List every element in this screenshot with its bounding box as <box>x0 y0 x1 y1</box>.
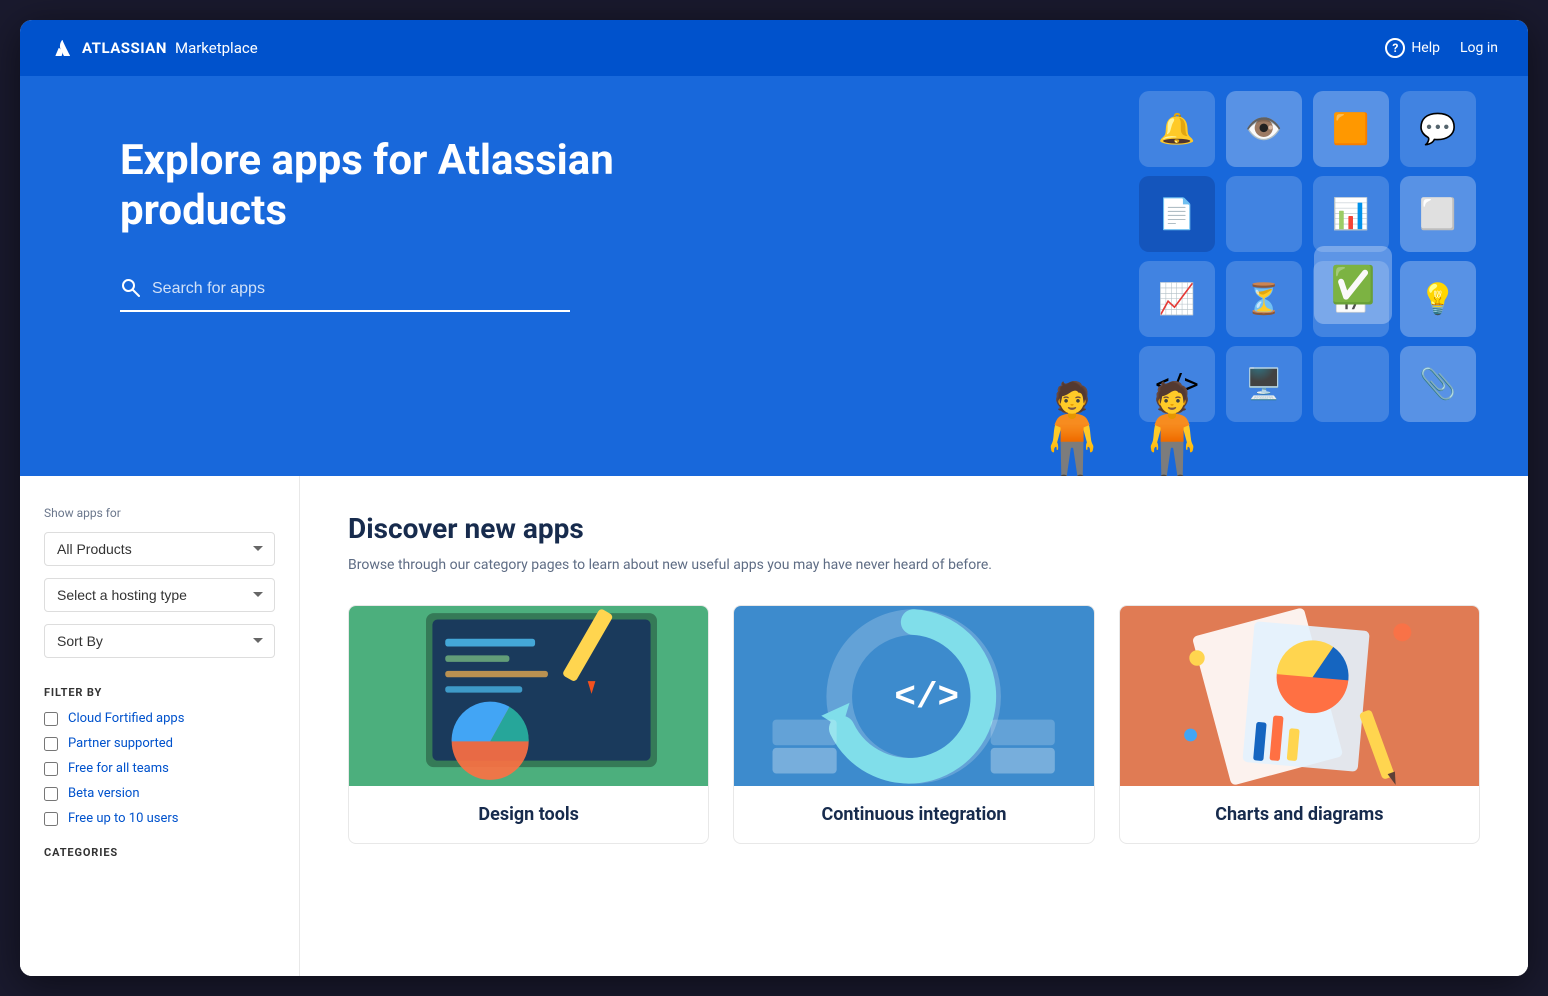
app-tile-9: 📈 <box>1139 261 1215 337</box>
charts-diagrams-image <box>1120 606 1479 786</box>
beta-version-link[interactable]: Beta version <box>68 786 140 801</box>
design-tools-image <box>349 606 708 786</box>
app-tile-14: 🖥️ <box>1226 346 1302 422</box>
discover-subtitle: Browse through our category pages to lea… <box>348 557 1480 573</box>
filter-free-10-users: Free up to 10 users <box>44 811 275 826</box>
help-label: Help <box>1411 40 1440 56</box>
brand-atlassian: ATLASSIAN <box>82 39 167 57</box>
beta-version-checkbox[interactable] <box>44 787 58 801</box>
filter-by-label: FILTER BY <box>44 686 275 699</box>
app-tile-1: 🔔 <box>1139 91 1215 167</box>
filter-partner-supported: Partner supported <box>44 736 275 751</box>
charts-diagrams-label: Charts and diagrams <box>1120 786 1479 843</box>
help-icon: ? <box>1385 38 1405 58</box>
free-10-users-link[interactable]: Free up to 10 users <box>68 811 179 826</box>
app-tile-15 <box>1313 346 1389 422</box>
app-tile-7: 📊 <box>1313 176 1389 252</box>
categories-label: CATEGORIES <box>44 846 275 859</box>
app-tile-4: 💬 <box>1400 91 1476 167</box>
figure-left: 🧍 <box>1016 386 1128 476</box>
app-tile-8: ⬜ <box>1400 176 1476 252</box>
nav-bar: ATLASSIAN Marketplace ? Help Log in <box>20 20 1528 76</box>
login-button[interactable]: Log in <box>1460 40 1498 56</box>
continuous-integration-image: </> <box>734 606 1093 786</box>
partner-supported-checkbox[interactable] <box>44 737 58 751</box>
sort-by-dropdown[interactable]: Sort By <box>44 624 275 658</box>
design-tools-svg <box>349 606 708 786</box>
app-tile-16: 📎 <box>1400 346 1476 422</box>
figure-right: 🧍 <box>1116 386 1228 476</box>
free-all-teams-link[interactable]: Free for all teams <box>68 761 169 776</box>
filter-free-all-teams: Free for all teams <box>44 761 275 776</box>
content-area: Discover new apps Browse through our cat… <box>300 476 1528 976</box>
svg-text:</>: </> <box>895 676 960 717</box>
atlassian-logo-icon <box>50 36 74 60</box>
hero-illustration: 🔔 👁️ 🟧 💬 📄 📊 ⬜ 📈 ⏳ 📅 💡 </> 🖥️ 📎 <box>699 76 1528 476</box>
help-link[interactable]: ? Help <box>1385 38 1440 58</box>
discover-title: Discover new apps <box>348 512 1480 545</box>
free-all-teams-checkbox[interactable] <box>44 762 58 776</box>
all-products-dropdown[interactable]: All Products <box>44 532 275 566</box>
browser-frame: ATLASSIAN Marketplace ? Help Log in Expl… <box>20 20 1528 976</box>
app-tile-10: ⏳ <box>1226 261 1302 337</box>
continuous-integration-label: Continuous integration <box>734 786 1093 843</box>
charts-diagrams-card[interactable]: Charts and diagrams <box>1119 605 1480 844</box>
charts-svg <box>1120 606 1479 786</box>
hosting-type-dropdown[interactable]: Select a hosting type <box>44 578 275 612</box>
free-10-users-checkbox[interactable] <box>44 812 58 826</box>
cloud-fortified-link[interactable]: Cloud Fortified apps <box>68 711 184 726</box>
main-content: Show apps for All Products Select a host… <box>20 476 1528 976</box>
hero-search-bar[interactable] <box>120 277 570 312</box>
partner-supported-link[interactable]: Partner supported <box>68 736 173 751</box>
check-tile: ✅ <box>1314 246 1392 324</box>
app-grid: 🔔 👁️ 🟧 💬 📄 📊 ⬜ 📈 ⏳ 📅 💡 </> 🖥️ 📎 <box>1139 91 1478 422</box>
filter-beta-version: Beta version <box>44 786 275 801</box>
ci-svg: </> <box>734 606 1093 786</box>
app-tile-2: 👁️ <box>1226 91 1302 167</box>
app-tile-6 <box>1226 176 1302 252</box>
nav-logo[interactable]: ATLASSIAN Marketplace <box>50 36 258 60</box>
show-apps-label: Show apps for <box>44 506 275 520</box>
filter-cloud-fortified: Cloud Fortified apps <box>44 711 275 726</box>
search-icon <box>120 277 140 302</box>
app-tile-5: 📄 <box>1139 176 1215 252</box>
app-tile-12: 💡 <box>1400 261 1476 337</box>
sidebar: Show apps for All Products Select a host… <box>20 476 300 976</box>
category-cards: Design tools </> <box>348 605 1480 844</box>
search-input[interactable] <box>152 280 570 298</box>
design-tools-card[interactable]: Design tools <box>348 605 709 844</box>
app-tile-3: 🟧 <box>1313 91 1389 167</box>
continuous-integration-card[interactable]: </> Continuous integration <box>733 605 1094 844</box>
design-tools-label: Design tools <box>349 786 708 843</box>
brand-marketplace: Marketplace <box>175 39 258 57</box>
nav-right: ? Help Log in <box>1385 38 1498 58</box>
cloud-fortified-checkbox[interactable] <box>44 712 58 726</box>
hero-section: Explore apps for Atlassian products 🔔 👁 <box>20 76 1528 476</box>
